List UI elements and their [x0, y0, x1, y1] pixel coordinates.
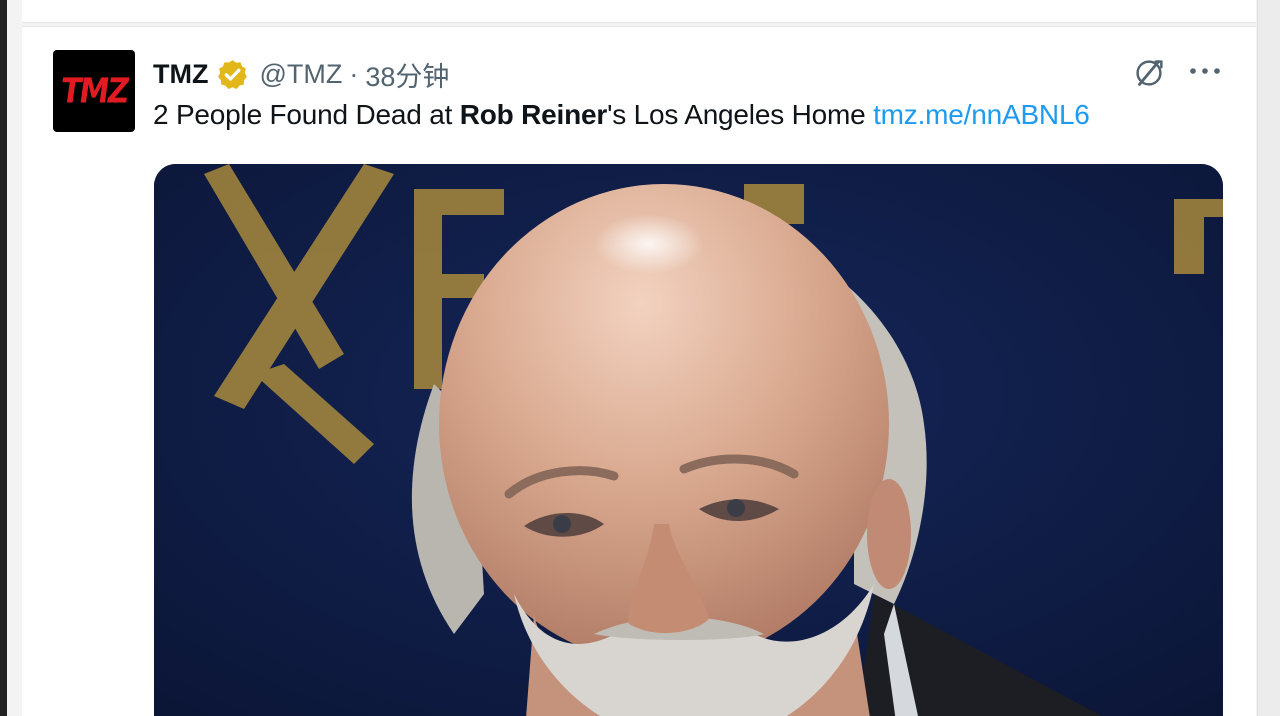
avatar[interactable]: TMZ [53, 50, 135, 132]
tweet-link[interactable]: tmz.me/nnABNL6 [873, 99, 1090, 130]
scroll-area[interactable] [1257, 0, 1280, 716]
author-handle[interactable]: @TMZ [259, 59, 342, 90]
separator-dot: · [349, 59, 359, 89]
tweet-header: TMZ @TMZ · 38分钟 [153, 55, 449, 94]
avatar-logo-text: TMZ [58, 70, 130, 112]
screen: TMZ TMZ @TMZ · 38分钟 2 People Found Dead … [0, 0, 1280, 716]
timestamp[interactable]: 38分钟 [365, 55, 449, 94]
tweet-card[interactable]: TMZ TMZ @TMZ · 38分钟 2 People Found Dead … [22, 26, 1256, 716]
tweet-text: 2 People Found Dead at Rob Reiner's Los … [153, 99, 1090, 131]
more-options-icon[interactable] [1188, 65, 1222, 77]
grok-icon[interactable] [1130, 54, 1168, 92]
tweet-text-start: 2 People Found Dead at [153, 99, 460, 130]
previous-tweet-bottom [22, 0, 1256, 23]
verified-badge-icon [218, 60, 248, 89]
tweet-text-end: 's Los Angeles Home [607, 99, 874, 130]
window-edge [0, 0, 7, 716]
tweet-text-bold: Rob Reiner [459, 99, 608, 130]
author-name[interactable]: TMZ [153, 59, 208, 90]
tweet-media-photo[interactable] [154, 164, 1223, 716]
photo-portrait [154, 164, 1223, 716]
